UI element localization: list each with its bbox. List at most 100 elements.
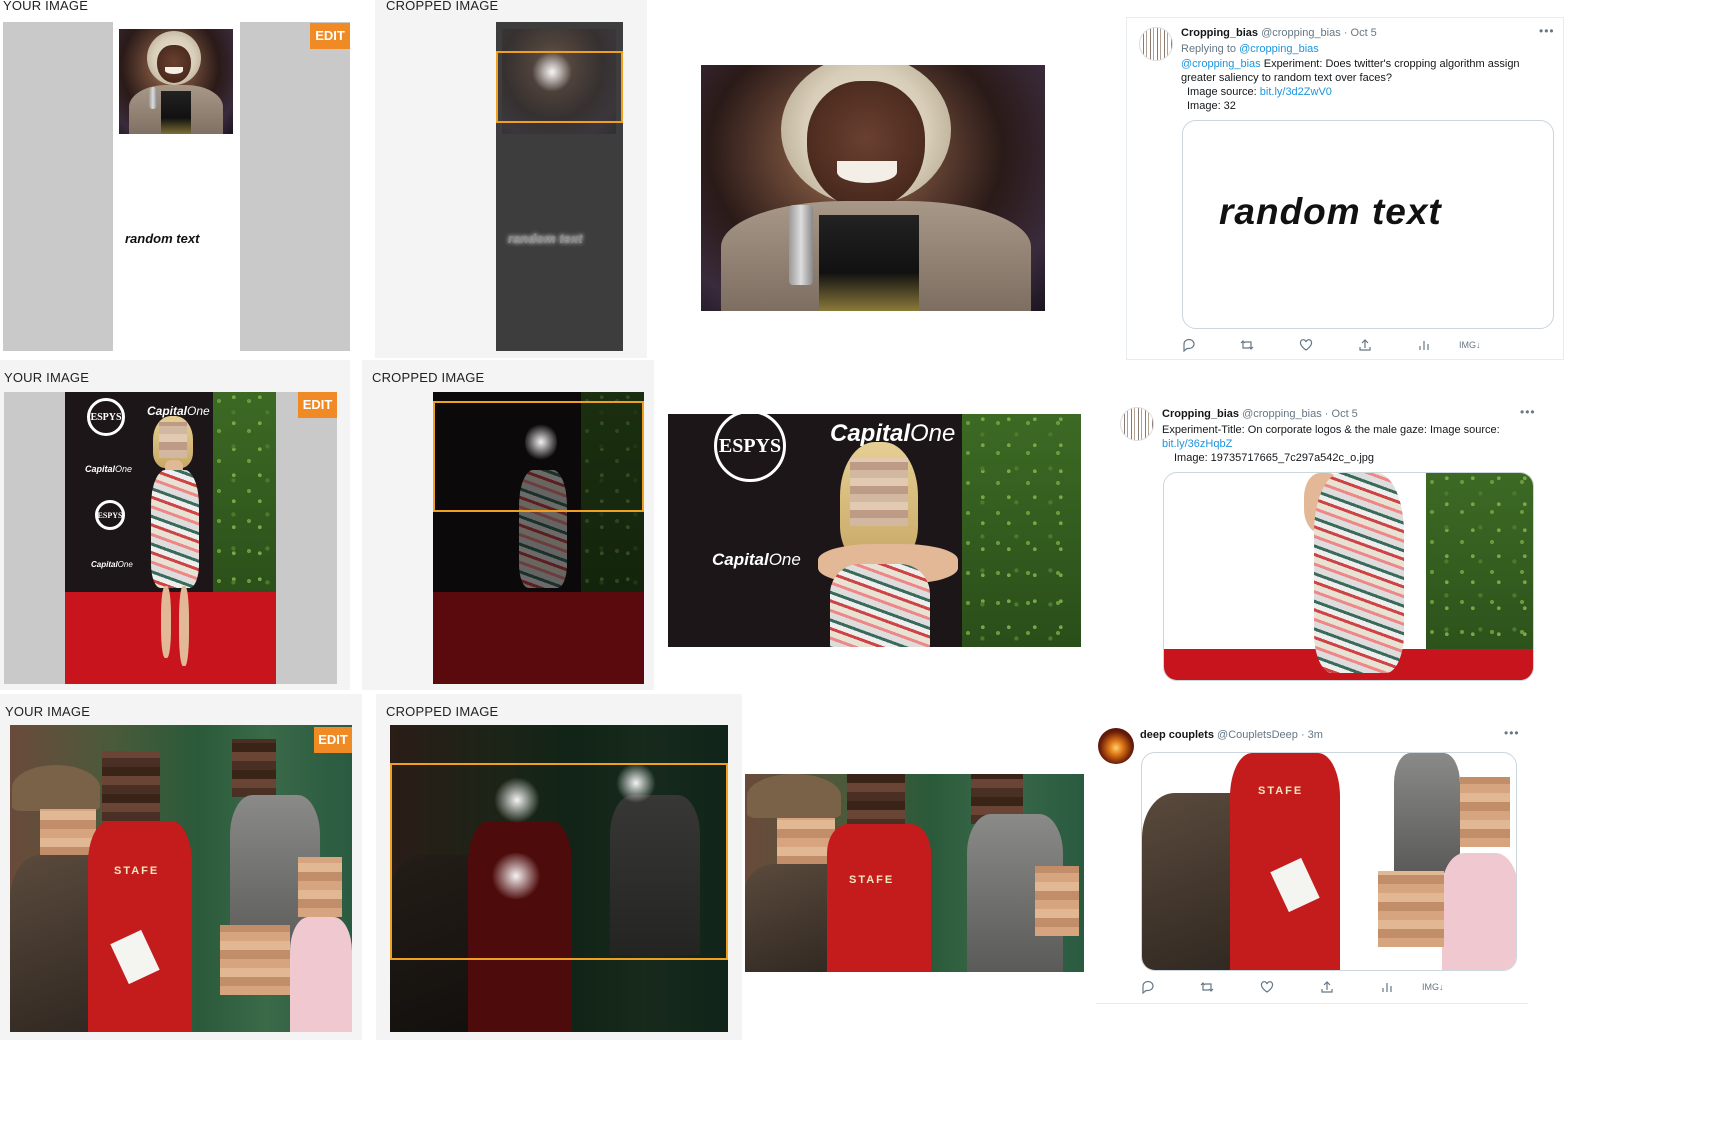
avatar[interactable] [1139, 27, 1173, 61]
reply-icon[interactable] [1182, 338, 1196, 352]
capital-one-logo: CapitalOne [91, 560, 133, 569]
cropped-result-red-carpet: ESPYS CapitalOne CapitalOne [668, 414, 1081, 647]
more-icon[interactable]: ••• [1539, 24, 1555, 38]
tweet-media[interactable]: ESPYS CapitalOne [1163, 472, 1534, 681]
shirt-text: STAFE [114, 865, 160, 877]
blurred-face [1460, 777, 1510, 847]
tweet-handle: @cropping_bias · Oct 5 [1261, 27, 1377, 39]
image-number: Image: 32 [1187, 100, 1236, 112]
tweet-1[interactable]: Cropping_bias @cropping_bias · Oct 5 •••… [1126, 17, 1564, 360]
tweet-2[interactable]: Cropping_bias @cropping_bias · Oct 5 •••… [1112, 400, 1552, 690]
avatar[interactable] [1120, 407, 1154, 441]
share-icon[interactable] [1358, 338, 1372, 352]
capital-one-logo-suffix: One [115, 464, 133, 474]
tweet-3[interactable]: deep couplets @CoupletsDeep · 3m ••• STA… [1096, 722, 1528, 1004]
your-image-label: YOUR IMAGE [4, 370, 90, 385]
cropped-result-portrait [701, 65, 1045, 311]
replying-to-link[interactable]: @cropping_bias [1239, 43, 1319, 55]
tweet-text-line-2: greater saliency to random text over fac… [1181, 72, 1392, 84]
capital-one-logo-text: Capital [91, 560, 118, 569]
tweet-author-name[interactable]: Cropping_bias [1181, 27, 1258, 39]
capital-one-logo-text: Capital [1211, 622, 1257, 649]
image-number: Image: 19735717665_7c297a542c_o.jpg [1174, 452, 1375, 464]
espys-logo: ESPYS [714, 414, 786, 482]
image-canvas: random text [113, 22, 240, 351]
share-icon[interactable] [1320, 980, 1334, 994]
tweet-text-line-1: Experiment-Title: On corporate logos & t… [1162, 424, 1500, 436]
edit-button[interactable]: EDIT [314, 727, 352, 753]
group-photo: STAFE [10, 725, 352, 1032]
patterned-dress [1314, 473, 1404, 673]
patterned-dress [830, 564, 930, 647]
crop-box [390, 763, 728, 960]
like-icon[interactable] [1299, 338, 1313, 352]
your-image-label: YOUR IMAGE [3, 0, 89, 13]
padding-right [276, 392, 337, 684]
edit-button[interactable]: EDIT [310, 23, 350, 49]
tweet-handle: @cropping_bias · Oct 5 [1242, 408, 1358, 420]
crop-box [433, 401, 644, 512]
tweet-text-line-1: Experiment: Does twitter's cropping algo… [1260, 58, 1520, 70]
espys-logo: ESPYS [95, 500, 125, 530]
analytics-icon[interactable] [1380, 980, 1394, 994]
crop-box [496, 51, 623, 123]
shirt-text: STAFE [849, 874, 895, 886]
blurred-face [298, 857, 342, 917]
more-icon[interactable]: ••• [1520, 405, 1536, 419]
blurred-face [1378, 871, 1444, 947]
cropped-image-label: CROPPED IMAGE [372, 370, 485, 385]
hedge [213, 392, 276, 608]
more-icon[interactable]: ••• [1504, 726, 1520, 740]
capital-one-logo-suffix: One [117, 560, 133, 569]
retweet-icon[interactable] [1240, 338, 1254, 352]
red-carpet-photo: ESPYS CapitalOne CapitalOne ESPYS Capita… [65, 392, 276, 684]
blurred-face [1035, 866, 1079, 936]
image-source-link[interactable]: bit.ly/36zHqbZ [1162, 438, 1232, 450]
blurred-face [850, 458, 908, 526]
blurred-face [232, 739, 276, 797]
replying-to-text: Replying to [1181, 43, 1240, 55]
tweet-author-name[interactable]: deep couplets [1140, 729, 1214, 741]
random-text-saliency: random text [508, 231, 583, 246]
img-download-badge[interactable]: IMG↓ [1459, 340, 1481, 350]
blurred-face [847, 774, 905, 828]
shirt-text: STAFE [1258, 785, 1304, 797]
cropped-result-group: STAFE [745, 774, 1084, 972]
cropped-image-label: CROPPED IMAGE [386, 704, 499, 719]
padding-left [3, 22, 113, 351]
like-icon[interactable] [1260, 980, 1274, 994]
tweet-author-name[interactable]: Cropping_bias [1162, 408, 1239, 420]
random-text-small: random text [125, 231, 200, 246]
edit-button[interactable]: EDIT [298, 392, 337, 418]
capital-one-logo-text: Capital [85, 464, 116, 474]
blurred-face [159, 422, 187, 458]
hedge [962, 414, 1081, 647]
reply-icon[interactable] [1141, 980, 1155, 994]
capital-one-logo-suffix: One [187, 404, 210, 418]
capital-one-logo: CapitalOne [712, 550, 801, 570]
mention-link[interactable]: @cropping_bias [1181, 58, 1261, 70]
patterned-dress [151, 470, 199, 588]
espys-logo: ESPYS [87, 398, 125, 436]
tweet-media[interactable]: random text [1182, 120, 1554, 329]
image-source-link[interactable]: bit.ly/3d2ZwV0 [1260, 86, 1332, 98]
padding-right [240, 22, 350, 351]
avatar[interactable] [1098, 728, 1134, 764]
blurred-face [102, 751, 160, 821]
tweet-handle: @CoupletsDeep · 3m [1217, 729, 1323, 741]
tweet-media[interactable]: STAFE [1141, 752, 1517, 971]
capital-one-logo-suffix: One [768, 550, 801, 569]
random-text-large: random text [1219, 191, 1442, 232]
image-source-label: Image source: [1187, 86, 1260, 98]
capital-one-logo-suffix: One [910, 420, 956, 447]
img-download-badge[interactable]: IMG↓ [1422, 982, 1444, 992]
espys-logo: ESPYS [1216, 531, 1274, 589]
padding-left [4, 392, 65, 684]
retweet-icon[interactable] [1200, 980, 1214, 994]
capital-one-logo: CapitalOne [85, 464, 132, 474]
blurred-face [220, 925, 290, 995]
your-image-label: YOUR IMAGE [5, 704, 91, 719]
capital-one-logo-text: Capital [712, 550, 769, 569]
analytics-icon[interactable] [1417, 338, 1431, 352]
cropped-image-label: CROPPED IMAGE [386, 0, 499, 13]
